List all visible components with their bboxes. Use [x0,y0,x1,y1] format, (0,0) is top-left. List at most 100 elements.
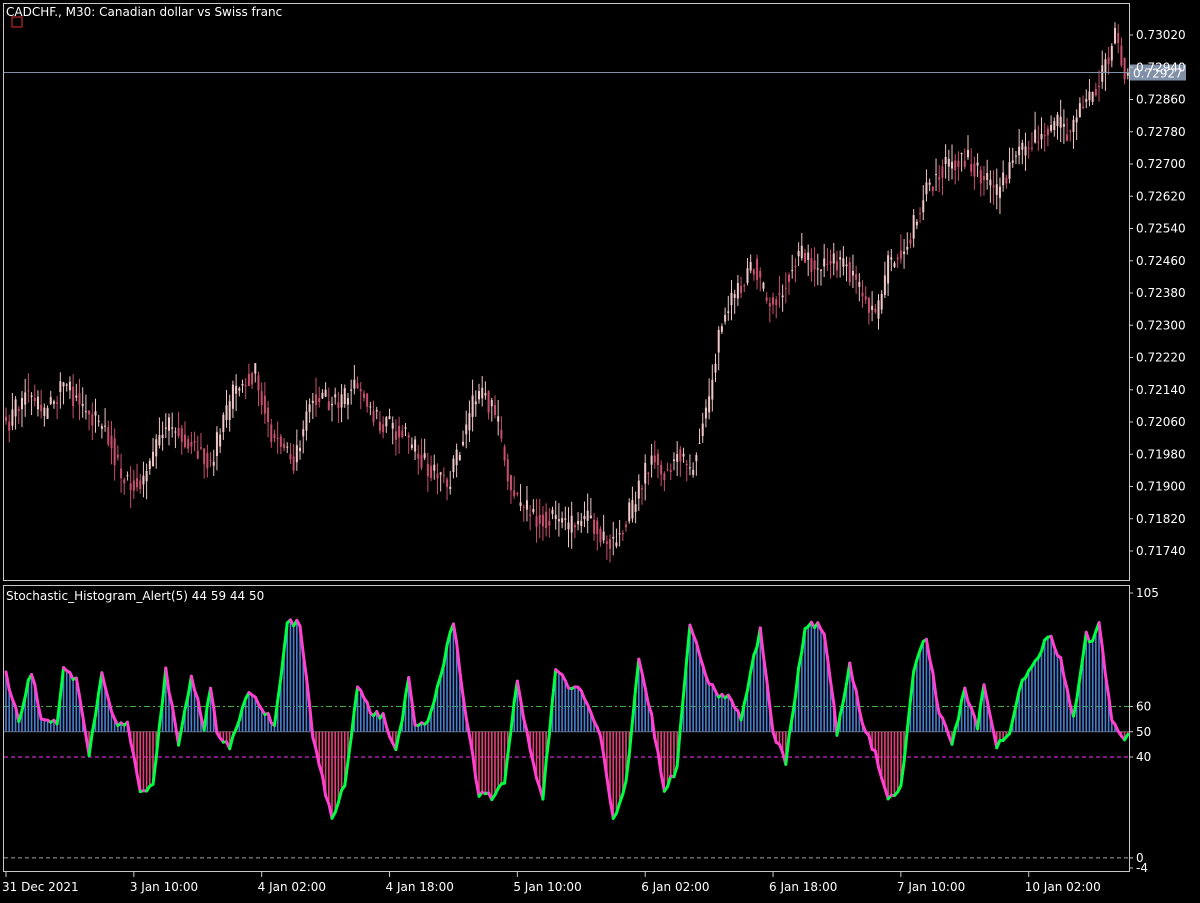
candle-body [491,400,493,406]
candle-body [526,500,528,509]
candle-body [622,533,624,534]
candle-body [341,394,343,407]
candle-body [299,448,301,451]
candle-body [1056,115,1058,126]
candle-body [420,455,422,468]
candle-body [456,450,458,466]
candle-body [264,396,266,414]
candle-body [1088,92,1090,101]
indicator-tick-label: -4 [1136,861,1148,875]
price-tick-label: 0.72620 [1136,189,1186,203]
candle-body [350,390,352,391]
candle-body [360,389,362,391]
candle-body [925,183,927,195]
candle-body [56,402,58,404]
candle-body [1002,172,1004,185]
candle-body [631,500,633,519]
candle-body [785,288,787,289]
candle-body [715,364,717,373]
candle-body [98,421,100,422]
candle-body [532,509,534,512]
candle-body [85,411,87,412]
candle-body [69,382,71,391]
price-tick-label: 0.71740 [1136,544,1186,558]
candle-body [344,388,346,404]
candle-body [746,268,748,283]
candle-body [357,383,359,388]
candle-body [1028,148,1030,149]
candle-body [8,422,10,431]
candle-body [216,432,218,456]
candle-body [900,251,902,259]
candle-body [635,504,637,512]
candle-body [123,479,125,483]
candle-body [417,454,419,459]
candle-body [5,417,7,421]
candle-body [40,405,42,412]
candle-body [174,432,176,433]
candle-body [567,522,569,529]
candle-body [21,398,23,409]
price-tick-label: 0.72380 [1136,286,1186,300]
candle-body [395,431,397,440]
candle-body [523,507,525,508]
candle-body [433,465,435,471]
candle-body [405,427,407,428]
candle-body [957,161,959,167]
candle-body [117,455,119,458]
candle-body [82,404,84,406]
candle-body [449,487,451,489]
time-tick-label: 7 Jan 10:00 [897,880,965,894]
candle-body [452,459,454,472]
candle-body [130,483,132,490]
candle-body [516,493,518,494]
candle-body [862,293,864,297]
candle-body [289,454,291,459]
candle-body [408,435,410,437]
candle-body [510,475,512,490]
candle-body [484,393,486,395]
candle-body [11,409,13,425]
candle-body [427,464,429,476]
candle-body [548,521,550,526]
candle-body [146,471,148,481]
candle-body [660,465,662,475]
candle-body [858,282,860,287]
candle-body [520,502,522,506]
candle-body [1117,33,1119,43]
candle-body [967,150,969,157]
candle-body [647,473,649,474]
candle-body [945,157,947,164]
candle-body [737,283,739,298]
main-title: CADCHF., M30: Canadian dollar vs Swiss f… [6,5,282,19]
candle-body [564,518,566,519]
candle-body [178,428,180,436]
candle-body [964,161,966,167]
candle-body [235,386,237,394]
candle-body [935,174,937,175]
candle-body [740,286,742,293]
candle-body [919,213,921,214]
price-tick-label: 0.72300 [1136,318,1186,332]
candle-body [213,462,215,466]
candle-body [18,409,20,411]
candle-body [826,264,828,265]
candle-body [810,258,812,272]
candle-body [293,456,295,470]
candle-body [222,415,224,432]
candle-body [596,520,598,534]
candle-body [414,439,416,451]
time-tick-label: 4 Jan 02:00 [258,880,326,894]
candle-body [644,463,646,484]
candle-body [542,515,544,526]
candle-body [580,521,582,526]
candle-body [1108,57,1110,64]
candle-body [504,447,506,461]
candle-body [347,398,349,404]
candle-body [459,455,461,460]
candle-body [852,271,854,276]
candle-body [50,397,52,404]
candle-body [778,293,780,295]
candle-body [986,173,988,180]
candle-body [552,510,554,514]
